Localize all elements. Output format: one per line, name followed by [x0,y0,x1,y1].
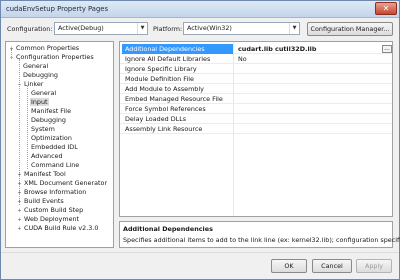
tree-item-manifest-file[interactable]: Manifest File [30,107,72,116]
property-description-panel: Additional Dependencies Specifies additi… [119,221,400,248]
tree-item-label: Advanced [31,152,63,160]
tree-item-xml-document-generator[interactable]: + XML Document Generator [16,179,108,188]
tree-item-label: Browse Information [24,188,87,196]
property-name: Additional Dependencies [125,45,205,53]
property-name: Module Definition File [125,75,194,83]
tree-item-label: XML Document Generator [24,179,108,187]
property-pages-dialog: cudaEnvSetup Property Pages ✕ Configurat… [0,0,400,280]
property-row-add-module-to-assembly[interactable]: Add Module to Assembly [120,84,392,94]
configuration-toolbar: Configuration: Active(Debug) ▼ Platform:… [1,22,399,38]
window-title: cudaEnvSetup Property Pages [6,5,109,13]
platform-select[interactable]: Active(Win32) ▼ [183,22,300,35]
tree-item-debugging[interactable]: Debugging [22,71,59,80]
tree-item-label: CUDA Build Rule v2.3.0 [24,224,99,232]
tree-item-label: Build Events [24,197,64,205]
tree-item-manifest-tool[interactable]: + Manifest Tool [16,170,67,179]
tree-item-linker-general[interactable]: General [30,89,57,98]
tree-item-optimization[interactable]: Optimization [30,134,73,143]
property-name: Assembly Link Resource [125,125,203,133]
tree-item-linker[interactable]: − Linker [16,80,44,89]
property-grid[interactable]: Additional Dependencies cudart.lib cutil… [119,41,393,217]
tree-item-label: Manifest Tool [24,170,66,178]
tree-item-label: Command Line [31,161,80,169]
property-row-ignore-all-default-libraries[interactable]: Ignore All Default Libraries No [120,54,392,64]
tree-item-label: Debugging [31,116,66,124]
tree-item-system[interactable]: System [30,125,56,134]
property-value[interactable]: cudart.lib cutil32D.lib [238,44,316,54]
tree-item-label: Common Properties [16,44,80,52]
tree-item-browse-information[interactable]: + Browse Information [16,188,87,197]
configuration-label: Configuration: [7,25,53,33]
property-name: Embed Managed Resource File [125,95,223,103]
tree-item-build-events[interactable]: + Build Events [16,197,65,206]
platform-select-value: Active(Win32) [187,24,232,32]
property-name: Add Module to Assembly [125,85,204,93]
property-name: Ignore All Default Libraries [125,55,211,63]
tree-item-custom-build-step[interactable]: + Custom Build Step [16,206,84,215]
tree-item-label: Configuration Properties [16,53,94,61]
property-row-force-symbol-references[interactable]: Force Symbol References [120,104,392,114]
tree-item-label: General [31,89,57,97]
platform-label: Platform: [153,25,183,33]
description-text: Specifies additional items to add to the… [123,236,400,244]
property-row-module-definition-file[interactable]: Module Definition File [120,74,392,84]
tree-item-web-deployment[interactable]: + Web Deployment [16,215,80,224]
title-bar: cudaEnvSetup Property Pages ✕ [1,1,399,18]
tree-item-common-properties[interactable]: + Common Properties [8,44,80,53]
description-title: Additional Dependencies [123,225,213,233]
tree-item-configuration-properties[interactable]: − Configuration Properties [8,53,95,62]
property-name: Force Symbol References [125,105,206,113]
tree-connector [27,86,28,169]
property-value[interactable]: No [238,54,247,64]
property-row-ignore-specific-library[interactable]: Ignore Specific Library [120,64,392,74]
tree-item-label: Optimization [31,134,72,142]
tree-item-label: Embedded IDL [31,143,78,151]
property-row-delay-loaded-dlls[interactable]: Delay Loaded DLLs [120,114,392,124]
configuration-select[interactable]: Active(Debug) ▼ [54,22,148,35]
property-row-assembly-link-resource[interactable]: Assembly Link Resource [120,124,392,134]
property-name: Delay Loaded DLLs [125,115,187,123]
tree-item-advanced[interactable]: Advanced [30,152,64,161]
property-row-additional-dependencies[interactable]: Additional Dependencies cudart.lib cutil… [120,44,392,54]
ok-button[interactable]: OK [271,259,307,273]
close-window-button[interactable]: ✕ [375,2,397,15]
tree-item-linker-debugging[interactable]: Debugging [30,116,67,125]
chevron-down-icon: ▼ [137,23,147,34]
tree-item-label: Custom Build Step [24,206,84,214]
tree-item-label: Input [30,98,49,106]
tree-item-label: Manifest File [31,107,71,115]
property-name: Ignore Specific Library [125,65,197,73]
property-row-embed-managed-resource-file[interactable]: Embed Managed Resource File [120,94,392,104]
tree-item-label: General [23,62,49,70]
expand-icon[interactable]: + [16,225,23,234]
tree-item-label: System [31,125,55,133]
tree-item-embedded-idl[interactable]: Embedded IDL [30,143,79,152]
chevron-down-icon: ▼ [289,23,299,34]
tree-item-label: Web Deployment [24,215,80,223]
ellipsis-button[interactable]: ... [382,45,392,53]
tree-item-label: Linker [24,80,44,88]
tree-item-linker-input[interactable]: Input [30,98,49,107]
dialog-footer: OK Cancel Apply [1,252,399,279]
collapse-icon[interactable]: − [16,81,23,90]
configuration-select-value: Active(Debug) [58,24,104,32]
configuration-manager-button[interactable]: Configuration Manager... [307,22,393,36]
collapse-icon[interactable]: − [8,54,15,63]
tree-item-cuda-build-rule[interactable]: + CUDA Build Rule v2.3.0 [16,224,99,233]
tree-item-command-line[interactable]: Command Line [30,161,80,170]
tree-item-label: Debugging [23,71,58,79]
cancel-button[interactable]: Cancel [312,259,352,273]
apply-button[interactable]: Apply [356,259,392,273]
tree-item-general[interactable]: General [22,62,49,71]
property-category-tree[interactable]: + Common Properties − Configuration Proper… [5,41,114,248]
